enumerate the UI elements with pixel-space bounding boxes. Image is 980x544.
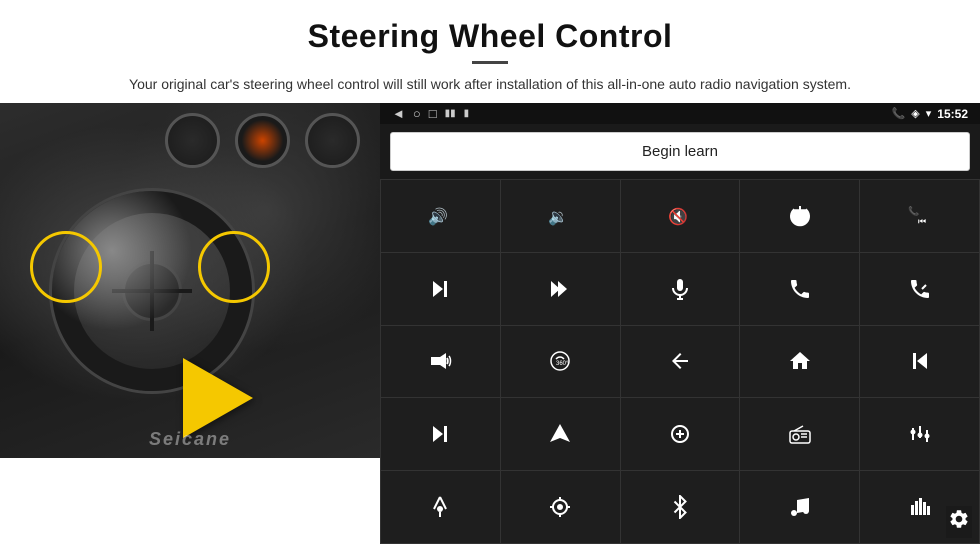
battery-icon: ▮ [464, 108, 470, 119]
ctrl-mic[interactable] [621, 253, 740, 325]
ctrl-sliders[interactable] [860, 398, 979, 470]
svg-text:🔊: 🔊 [428, 207, 448, 226]
spoke-horizontal [112, 289, 192, 293]
ctrl-phone-end[interactable]: 📞 ⏮ [860, 180, 979, 252]
ctrl-eq[interactable] [621, 398, 740, 470]
location-icon: ◈ [911, 107, 919, 120]
status-bar-left: ◄ ○ □ ▮▮ ▮ [392, 106, 469, 121]
title-divider [472, 61, 508, 64]
subtitle: Your original car's steering wheel contr… [100, 74, 880, 95]
ctrl-screen-off[interactable] [501, 471, 620, 543]
svg-text:🔇: 🔇 [668, 207, 688, 226]
begin-learn-container: Begin learn [380, 124, 980, 179]
nav-home-icon[interactable]: ○ [413, 106, 421, 121]
ctrl-prev-track[interactable] [860, 326, 979, 398]
phone-icon: 📞 [892, 107, 906, 120]
header: Steering Wheel Control Your original car… [0, 0, 980, 103]
ctrl-next-track[interactable] [381, 253, 500, 325]
ctrl-phone-call[interactable] [740, 253, 859, 325]
gear-settings-icon[interactable] [946, 506, 972, 538]
status-bar-right: 📞 ◈ ▾ 15:52 [892, 107, 968, 121]
ctrl-home[interactable] [740, 326, 859, 398]
ctrl-mute[interactable]: 🔇 [621, 180, 740, 252]
svg-text:⏮: ⏮ [918, 216, 926, 226]
ctrl-horn[interactable] [381, 326, 500, 398]
hu-interface: ◄ ○ □ ▮▮ ▮ 📞 ◈ ▾ 15:52 Begin learn [380, 103, 980, 544]
ctrl-vol-up[interactable]: 🔊 [381, 180, 500, 252]
ctrl-nav-arrow[interactable] [501, 398, 620, 470]
nav-recent-icon[interactable]: □ [429, 106, 437, 121]
steering-photo: Seicane [0, 103, 380, 458]
highlight-circle-right [198, 231, 270, 303]
control-grid: 🔊 🔉 🔇 📞 ⏮ [380, 179, 980, 544]
begin-learn-button[interactable]: Begin learn [390, 132, 970, 171]
signal-bars-icon: ▮▮ [445, 108, 456, 119]
svg-text:🔉: 🔉 [548, 209, 568, 226]
ctrl-hang-up[interactable] [860, 253, 979, 325]
svg-text:📞: 📞 [908, 205, 920, 216]
seicane-watermark: Seicane [149, 429, 231, 450]
wifi-icon: ▾ [926, 107, 932, 120]
svg-text:360°: 360° [556, 361, 569, 367]
ctrl-vol-down[interactable]: 🔉 [501, 180, 620, 252]
gauge-area [165, 113, 360, 168]
ctrl-microphone2[interactable] [381, 471, 500, 543]
ctrl-360[interactable]: 360° [501, 326, 620, 398]
ctrl-radio[interactable] [740, 398, 859, 470]
status-bar: ◄ ○ □ ▮▮ ▮ 📞 ◈ ▾ 15:52 [380, 103, 980, 124]
ctrl-back[interactable] [621, 326, 740, 398]
pointing-arrow [183, 358, 253, 438]
nav-back-icon[interactable]: ◄ [392, 106, 405, 121]
gauge-left [165, 113, 220, 168]
page-title: Steering Wheel Control [60, 18, 920, 55]
ctrl-power[interactable] [740, 180, 859, 252]
gauge-center [235, 113, 290, 168]
clock-display: 15:52 [937, 107, 968, 121]
ctrl-skip-fwd[interactable] [381, 398, 500, 470]
page-container: Steering Wheel Control Your original car… [0, 0, 980, 544]
arrow-container [183, 358, 253, 438]
ctrl-music-note[interactable] [740, 471, 859, 543]
content-area: Seicane ◄ ○ □ ▮▮ ▮ 📞 ◈ ▾ 15:52 [0, 103, 980, 544]
ctrl-ff[interactable] [501, 253, 620, 325]
gauge-right [305, 113, 360, 168]
highlight-circle-left [30, 231, 102, 303]
ctrl-bluetooth[interactable] [621, 471, 740, 543]
